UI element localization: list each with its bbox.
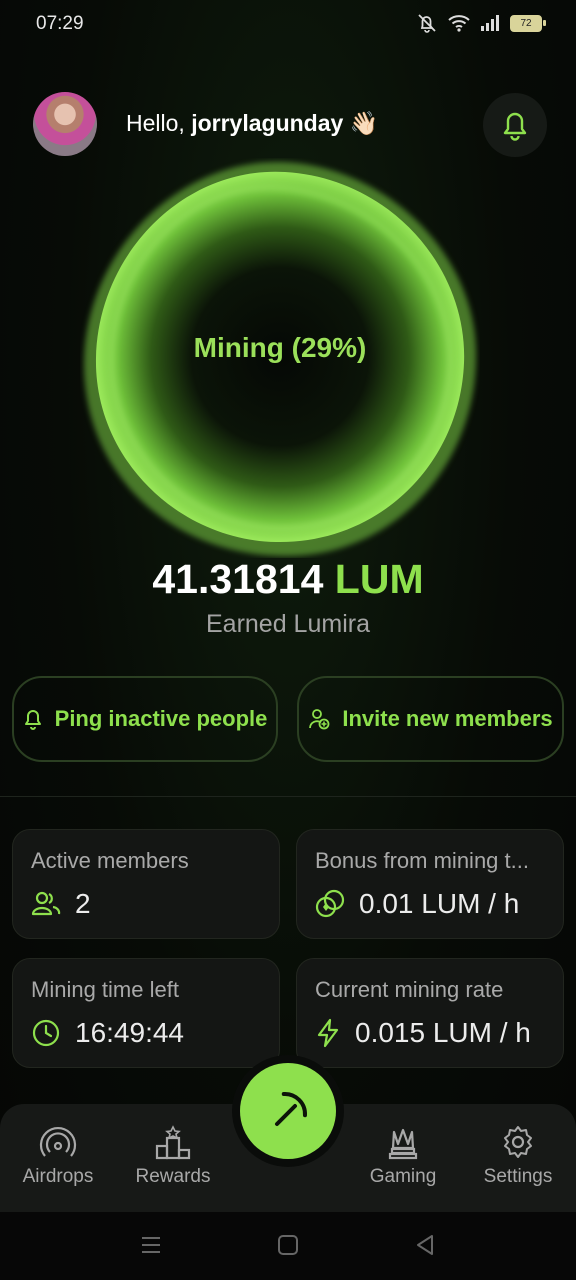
mining-time-value: 16:49:44 xyxy=(75,1017,184,1048)
lightning-icon xyxy=(317,1018,339,1048)
home-icon[interactable] xyxy=(277,1234,299,1256)
battery-icon: 72 xyxy=(510,14,546,32)
balance-amount: 41.31814 LUM xyxy=(0,556,576,603)
back-icon[interactable] xyxy=(414,1234,436,1256)
wave-emoji: 👋🏻 xyxy=(349,110,379,136)
mining-time-card[interactable]: Mining time left 16:49:44 xyxy=(12,958,280,1068)
invite-members-button[interactable]: Invite new members xyxy=(297,676,564,762)
system-nav-bar xyxy=(0,1212,576,1280)
nav-gaming[interactable]: Gaming xyxy=(348,1124,458,1188)
pickaxe-icon xyxy=(275,1092,307,1126)
mining-status: Mining (29%) xyxy=(193,332,367,363)
mine-button[interactable] xyxy=(240,1063,336,1159)
status-time: 07:29 xyxy=(36,13,84,34)
coins-icon xyxy=(315,889,345,918)
users-icon xyxy=(31,891,61,916)
bell-icon xyxy=(24,710,41,730)
greeting-prefix: Hello, xyxy=(126,110,192,136)
mining-rate-value: 0.015 LUM / h xyxy=(355,1017,531,1048)
notifications-button[interactable] xyxy=(483,93,547,157)
balance-caption: Earned Lumira xyxy=(206,610,370,638)
nav-settings-label: Settings xyxy=(483,1166,553,1187)
mining-time-label: Mining time left xyxy=(31,977,179,1002)
invite-members-label: Invite new members xyxy=(342,706,553,731)
bonus-label: Bonus from mining t... xyxy=(315,848,529,873)
wifi-icon xyxy=(448,15,470,32)
divider xyxy=(0,796,576,797)
nav-airdrops-label: Airdrops xyxy=(22,1166,94,1187)
ping-inactive-label: Ping inactive people xyxy=(54,706,268,731)
nav-settings[interactable]: Settings xyxy=(463,1124,573,1188)
clock-icon xyxy=(32,1019,60,1047)
status-bar: 07:29 72 xyxy=(0,0,576,50)
mining-rate-card[interactable]: Current mining rate 0.015 LUM / h xyxy=(296,958,564,1068)
mute-icon xyxy=(418,14,436,33)
active-members-card[interactable]: Active members 2 xyxy=(12,829,280,939)
username: jorrylagunday xyxy=(191,110,344,136)
avatar[interactable] xyxy=(33,92,97,156)
bell-icon xyxy=(503,112,527,141)
chess-queen-icon xyxy=(388,1128,418,1160)
active-members-value: 2 xyxy=(75,888,91,919)
ping-inactive-button[interactable]: Ping inactive people xyxy=(12,676,278,762)
nav-gaming-label: Gaming xyxy=(369,1166,437,1187)
signal-icon xyxy=(481,15,499,31)
bonus-value: 0.01 LUM / h xyxy=(359,888,520,919)
mining-rate-label: Current mining rate xyxy=(315,977,504,1002)
status-icons: 72 xyxy=(416,13,546,33)
nav-airdrops[interactable]: Airdrops xyxy=(3,1124,113,1188)
nav-rewards[interactable]: Rewards xyxy=(118,1124,228,1188)
menu-icon[interactable] xyxy=(140,1234,162,1256)
airdrop-icon xyxy=(39,1127,77,1157)
podium-icon xyxy=(155,1125,191,1160)
active-members-label: Active members xyxy=(31,848,189,873)
balance-value: 41.31814 xyxy=(152,556,324,602)
nav-rewards-label: Rewards xyxy=(135,1166,211,1187)
balance-unit: LUM xyxy=(334,556,424,602)
bonus-card[interactable]: Bonus from mining t... 0.01 LUM / h xyxy=(296,829,564,939)
greeting: Hello, jorrylagunday 👋🏻 xyxy=(126,110,378,137)
gear-icon xyxy=(504,1126,532,1158)
add-user-icon xyxy=(309,709,330,730)
